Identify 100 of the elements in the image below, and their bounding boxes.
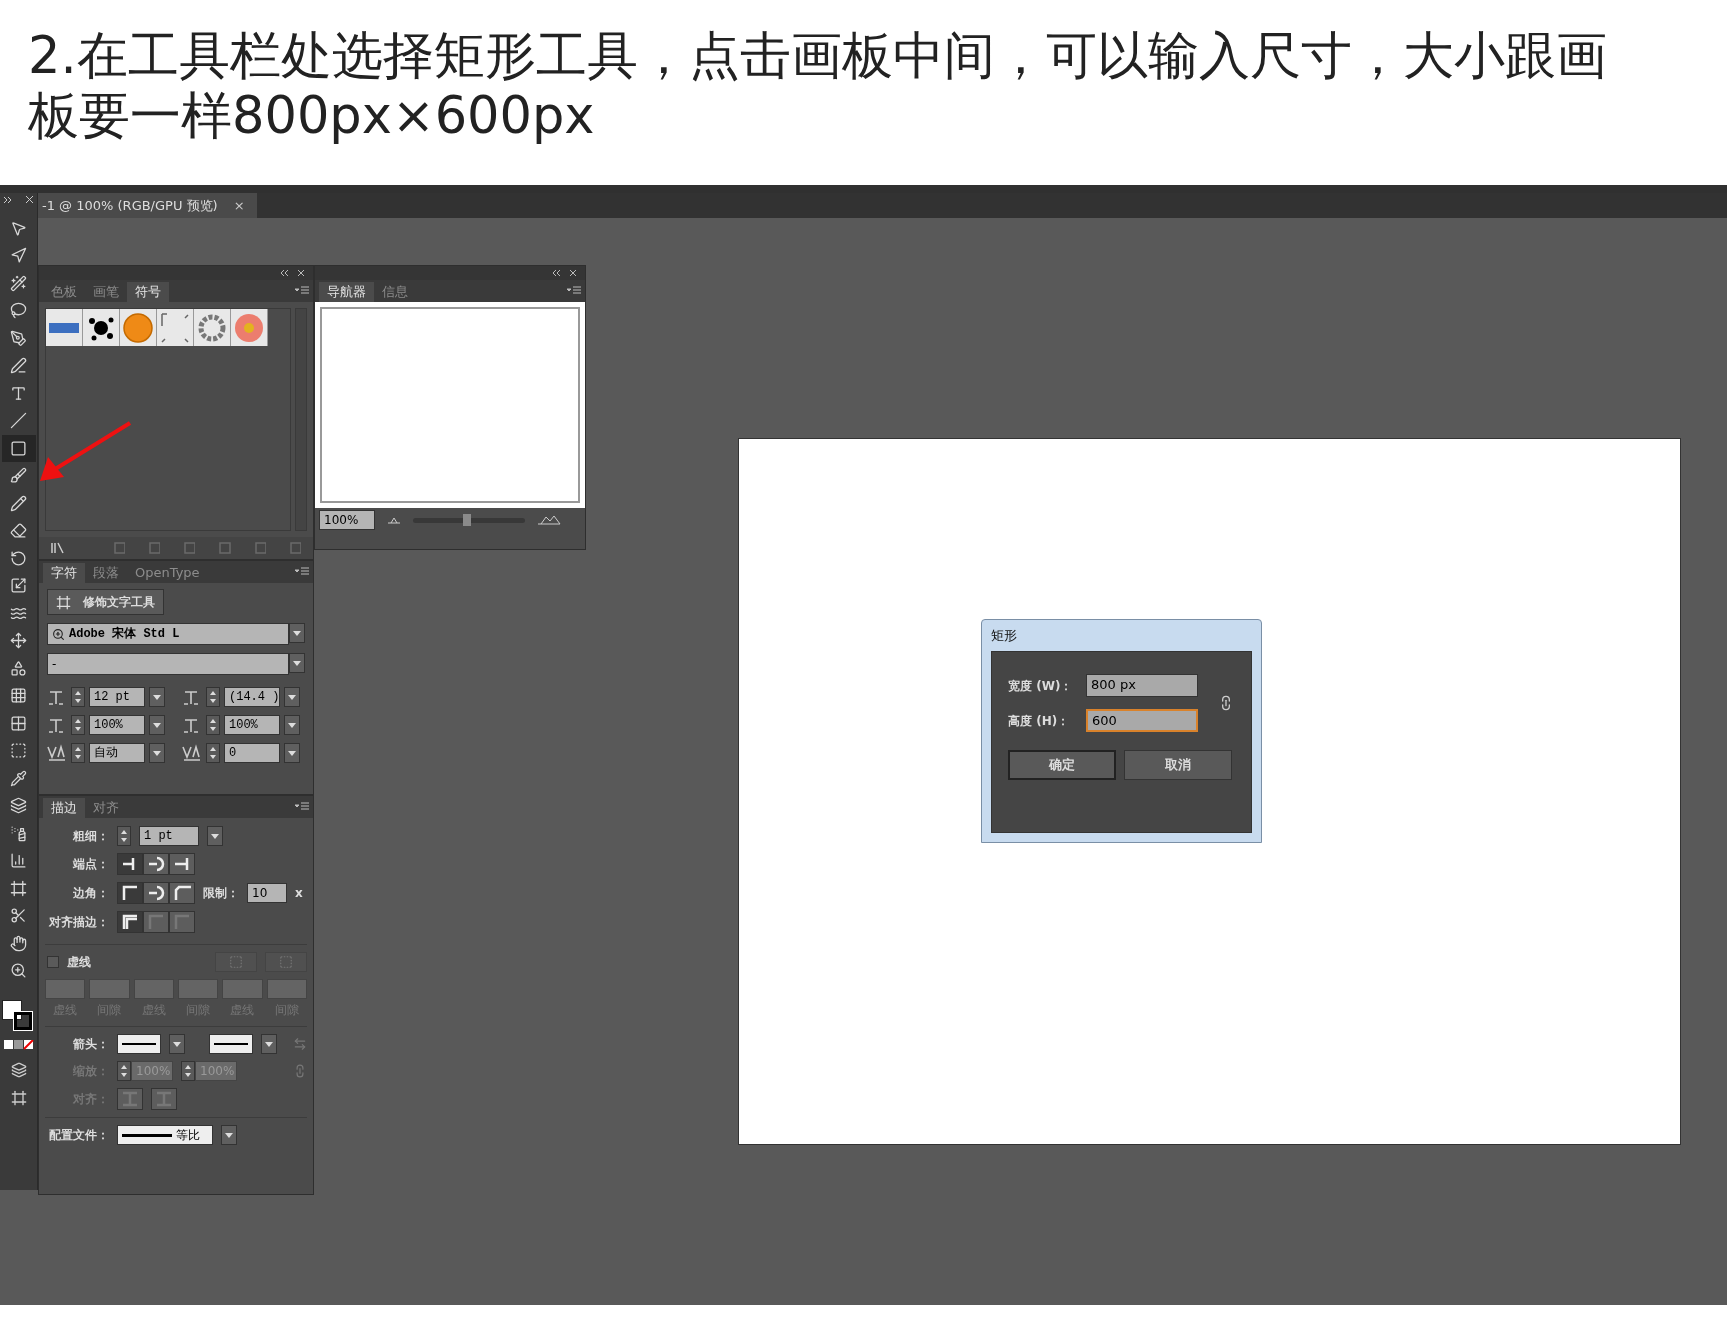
close-icon[interactable] bbox=[297, 269, 305, 277]
value-field[interactable]: 1 pt bbox=[139, 826, 199, 846]
font-style-field[interactable]: - bbox=[47, 653, 289, 675]
stroke-swatch[interactable] bbox=[13, 1012, 32, 1030]
font-family-field[interactable]: Adobe 宋体 Std L bbox=[47, 623, 289, 645]
value-field[interactable]: 0 bbox=[224, 743, 280, 763]
checkbox[interactable] bbox=[47, 956, 59, 968]
document-tab[interactable]: -1 @ 100% (RGB/GPU 预览) × bbox=[38, 193, 257, 218]
dropdown-caret-icon[interactable] bbox=[289, 623, 305, 643]
dropdown-caret-icon[interactable] bbox=[284, 715, 300, 735]
slice-icon bbox=[10, 907, 27, 925]
value-field[interactable]: (14.4 ) bbox=[224, 687, 280, 707]
stepper-icon[interactable] bbox=[71, 743, 85, 763]
value-field[interactable]: 100% bbox=[89, 715, 145, 735]
zoom-in-icon[interactable] bbox=[537, 515, 561, 525]
stroke-style-icon bbox=[155, 1090, 173, 1108]
stepper-icon[interactable] bbox=[206, 687, 220, 707]
field-label: 粗细： bbox=[72, 828, 109, 845]
close-icon[interactable] bbox=[25, 195, 34, 204]
close-tab-button[interactable]: × bbox=[233, 195, 245, 216]
rotate-icon bbox=[10, 549, 27, 567]
stepper-icon[interactable] bbox=[71, 715, 85, 735]
stepper-icon[interactable] bbox=[206, 715, 220, 735]
stepper-icon[interactable] bbox=[71, 687, 85, 707]
panel-tab[interactable]: 导航器 bbox=[319, 282, 374, 302]
lasso-icon bbox=[10, 302, 27, 320]
panel-tab[interactable]: 符号 bbox=[127, 282, 169, 302]
zoom-slider[interactable] bbox=[413, 517, 525, 523]
stroke-option-button[interactable] bbox=[169, 853, 195, 875]
arrowhead-field[interactable] bbox=[209, 1034, 253, 1054]
stroke-option-button[interactable] bbox=[143, 882, 169, 904]
stepper-icon[interactable] bbox=[181, 1061, 195, 1081]
dropdown-caret-icon[interactable] bbox=[221, 1125, 237, 1145]
collapse-icon[interactable] bbox=[552, 269, 561, 277]
spacing-icon bbox=[182, 744, 202, 762]
collapse-icon[interactable] bbox=[280, 269, 289, 277]
panel-tab[interactable]: 字符 bbox=[43, 563, 85, 583]
expand-icon[interactable] bbox=[3, 195, 13, 205]
dimension-field[interactable]: 600 bbox=[1086, 709, 1198, 732]
dropdown-caret-icon[interactable] bbox=[261, 1034, 277, 1054]
value-field[interactable]: 12 pt bbox=[89, 687, 145, 707]
value-field[interactable]: 自动 bbox=[89, 743, 145, 763]
dropdown-caret-icon[interactable] bbox=[289, 653, 305, 673]
corner-marks-icon[interactable] bbox=[158, 310, 192, 345]
profile-field[interactable]: 等比 bbox=[117, 1125, 213, 1145]
stepper-icon[interactable] bbox=[117, 826, 131, 846]
dash-field[interactable] bbox=[45, 979, 86, 999]
stroke-style-icon bbox=[173, 884, 191, 902]
stroke-option-button[interactable] bbox=[169, 882, 195, 904]
slider-thumb[interactable] bbox=[462, 513, 471, 526]
dropdown-caret-icon[interactable] bbox=[207, 826, 223, 846]
field-label: 宽度 (W)： bbox=[1008, 677, 1074, 695]
panel-tab[interactable]: 描边 bbox=[43, 798, 85, 818]
stroke-style-icon bbox=[147, 855, 165, 873]
gradient-icon bbox=[10, 742, 27, 760]
stroke-option-button[interactable] bbox=[117, 882, 143, 904]
dropdown-caret-icon[interactable] bbox=[149, 743, 165, 763]
zoom-field[interactable]: 100% bbox=[319, 510, 375, 530]
value-field[interactable]: 10 bbox=[247, 883, 287, 903]
color-mode-icon[interactable] bbox=[3, 1040, 34, 1050]
touch-type-icon bbox=[56, 594, 71, 610]
link-icon bbox=[293, 1064, 307, 1078]
dash-field[interactable] bbox=[89, 979, 130, 999]
value-field[interactable]: 100% bbox=[224, 715, 280, 735]
grid-icon bbox=[10, 687, 27, 705]
panel-menu-icon[interactable] bbox=[295, 286, 309, 296]
stroke-option-button[interactable] bbox=[143, 853, 169, 875]
dialog-button[interactable]: 确定 bbox=[1008, 750, 1116, 780]
stroke-style-icon bbox=[121, 913, 139, 931]
arrowhead-field[interactable] bbox=[117, 1034, 161, 1054]
stroke-option-button[interactable] bbox=[117, 911, 143, 933]
dash-field[interactable] bbox=[222, 979, 263, 999]
dash-field[interactable] bbox=[133, 979, 174, 999]
stroke-style-icon bbox=[147, 884, 165, 902]
panel-menu-icon[interactable] bbox=[567, 286, 581, 296]
stepper-icon[interactable] bbox=[206, 743, 220, 763]
navigator-preview[interactable] bbox=[315, 302, 585, 508]
touch-type-button[interactable]: 修饰文字工具 bbox=[47, 589, 164, 615]
panel-menu-icon[interactable] bbox=[295, 802, 309, 812]
library-icon[interactable] bbox=[51, 542, 66, 554]
stepper-icon[interactable] bbox=[117, 1061, 131, 1081]
field-label: 对齐描边： bbox=[48, 914, 109, 931]
dropdown-caret-icon[interactable] bbox=[149, 687, 165, 707]
dash-field[interactable] bbox=[266, 979, 307, 999]
dropdown-caret-icon[interactable] bbox=[284, 687, 300, 707]
dropdown-caret-icon[interactable] bbox=[149, 715, 165, 735]
dimension-field[interactable]: 800 px bbox=[1086, 674, 1198, 697]
bar-chart-icon bbox=[10, 852, 27, 870]
artboard-icon bbox=[10, 879, 27, 897]
dropdown-caret-icon[interactable] bbox=[284, 743, 300, 763]
pointer-icon bbox=[10, 219, 27, 237]
panel-menu-icon[interactable] bbox=[295, 567, 309, 577]
dialog-button[interactable]: 取消 bbox=[1124, 750, 1232, 780]
field-label: 端点： bbox=[72, 856, 109, 873]
dropdown-caret-icon[interactable] bbox=[169, 1034, 185, 1054]
tool-button[interactable] bbox=[1, 435, 36, 462]
close-icon[interactable] bbox=[569, 269, 577, 277]
zoom-out-icon[interactable] bbox=[387, 516, 401, 524]
stroke-option-button[interactable] bbox=[117, 853, 143, 875]
dash-field[interactable] bbox=[178, 979, 219, 999]
